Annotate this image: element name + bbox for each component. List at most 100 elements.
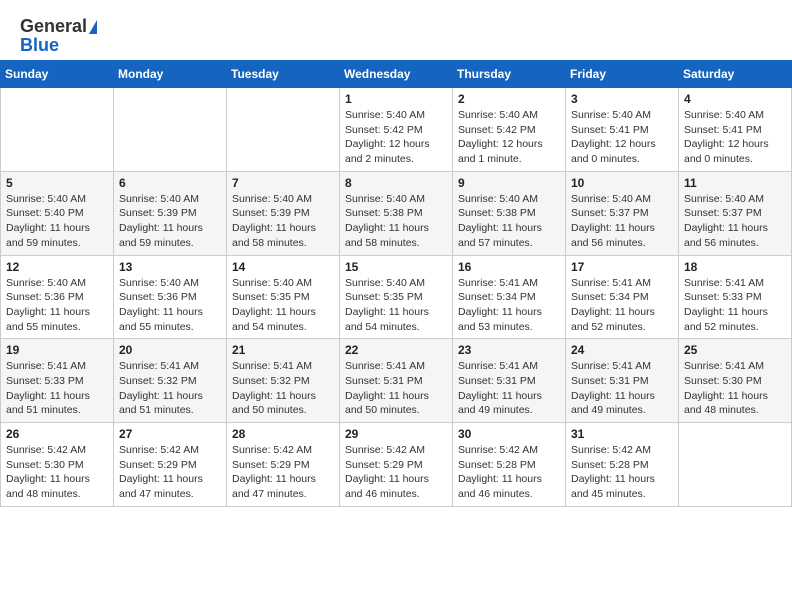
day-info: Sunrise: 5:40 AMSunset: 5:37 PMDaylight:… (571, 192, 673, 251)
day-number: 22 (345, 343, 447, 357)
day-number: 17 (571, 260, 673, 274)
day-info: Sunrise: 5:40 AMSunset: 5:42 PMDaylight:… (458, 108, 560, 167)
day-info: Sunrise: 5:40 AMSunset: 5:38 PMDaylight:… (345, 192, 447, 251)
calendar-cell (227, 88, 340, 172)
day-info: Sunrise: 5:40 AMSunset: 5:35 PMDaylight:… (232, 276, 334, 335)
day-number: 4 (684, 92, 786, 106)
calendar-cell (1, 88, 114, 172)
calendar-cell: 4 Sunrise: 5:40 AMSunset: 5:41 PMDaylight… (679, 88, 792, 172)
logo-blue-text: Blue (20, 35, 59, 56)
calendar-cell: 10 Sunrise: 5:40 AMSunset: 5:37 PMDayligh… (566, 171, 679, 255)
day-number: 15 (345, 260, 447, 274)
day-info: Sunrise: 5:40 AMSunset: 5:36 PMDaylight:… (119, 276, 221, 335)
day-number: 21 (232, 343, 334, 357)
day-number: 26 (6, 427, 108, 441)
day-info: Sunrise: 5:41 AMSunset: 5:33 PMDaylight:… (684, 276, 786, 335)
day-number: 7 (232, 176, 334, 190)
day-info: Sunrise: 5:40 AMSunset: 5:39 PMDaylight:… (232, 192, 334, 251)
day-of-week-header: Saturday (679, 61, 792, 88)
logo: General Blue (20, 16, 97, 56)
day-info: Sunrise: 5:40 AMSunset: 5:35 PMDaylight:… (345, 276, 447, 335)
day-info: Sunrise: 5:40 AMSunset: 5:41 PMDaylight:… (684, 108, 786, 167)
day-of-week-header: Wednesday (340, 61, 453, 88)
calendar-cell: 25 Sunrise: 5:41 AMSunset: 5:30 PMDayligh… (679, 339, 792, 423)
day-number: 23 (458, 343, 560, 357)
day-info: Sunrise: 5:40 AMSunset: 5:41 PMDaylight:… (571, 108, 673, 167)
day-number: 28 (232, 427, 334, 441)
day-info: Sunrise: 5:42 AMSunset: 5:29 PMDaylight:… (232, 443, 334, 502)
calendar-cell: 27Sunrise: 5:42 AMSunset: 5:29 PMDayligh… (114, 423, 227, 507)
calendar-cell: 23 Sunrise: 5:41 AMSunset: 5:31 PMDayligh… (453, 339, 566, 423)
day-info: Sunrise: 5:40 AMSunset: 5:39 PMDaylight:… (119, 192, 221, 251)
day-number: 30 (458, 427, 560, 441)
day-info: Sunrise: 5:42 AMSunset: 5:28 PMDaylight:… (571, 443, 673, 502)
calendar-week-row: 26 Sunrise: 5:42 AMSunset: 5:30 PMDayligh… (1, 423, 792, 507)
day-number: 6 (119, 176, 221, 190)
day-number: 29 (345, 427, 447, 441)
day-of-week-header: Tuesday (227, 61, 340, 88)
day-info: Sunrise: 5:41 AMSunset: 5:31 PMDaylight:… (345, 359, 447, 418)
day-number: 10 (571, 176, 673, 190)
calendar-header-row: SundayMondayTuesdayWednesdayThursdayFrid… (1, 61, 792, 88)
day-info: Sunrise: 5:40 AMSunset: 5:38 PMDaylight:… (458, 192, 560, 251)
day-number: 19 (6, 343, 108, 357)
day-number: 20 (119, 343, 221, 357)
calendar-cell: 24 Sunrise: 5:41 AMSunset: 5:31 PMDayligh… (566, 339, 679, 423)
day-number: 9 (458, 176, 560, 190)
calendar-table: SundayMondayTuesdayWednesdayThursdayFrid… (0, 60, 792, 507)
calendar-cell: 7 Sunrise: 5:40 AMSunset: 5:39 PMDaylight… (227, 171, 340, 255)
day-info: Sunrise: 5:40 AMSunset: 5:42 PMDaylight:… (345, 108, 447, 167)
calendar-cell: 8 Sunrise: 5:40 AMSunset: 5:38 PMDaylight… (340, 171, 453, 255)
calendar-cell: 12Sunrise: 5:40 AMSunset: 5:36 PMDayligh… (1, 255, 114, 339)
calendar-cell: 26 Sunrise: 5:42 AMSunset: 5:30 PMDayligh… (1, 423, 114, 507)
day-info: Sunrise: 5:42 AMSunset: 5:30 PMDaylight:… (6, 443, 108, 502)
calendar-cell (679, 423, 792, 507)
calendar-cell: 20 Sunrise: 5:41 AMSunset: 5:32 PMDayligh… (114, 339, 227, 423)
calendar-cell: 2 Sunrise: 5:40 AMSunset: 5:42 PMDaylight… (453, 88, 566, 172)
calendar-cell: 6 Sunrise: 5:40 AMSunset: 5:39 PMDaylight… (114, 171, 227, 255)
day-of-week-header: Thursday (453, 61, 566, 88)
day-info: Sunrise: 5:41 AMSunset: 5:30 PMDaylight:… (684, 359, 786, 418)
calendar-cell: 14Sunrise: 5:40 AMSunset: 5:35 PMDayligh… (227, 255, 340, 339)
day-info: Sunrise: 5:41 AMSunset: 5:31 PMDaylight:… (458, 359, 560, 418)
day-info: Sunrise: 5:41 AMSunset: 5:32 PMDaylight:… (119, 359, 221, 418)
calendar-week-row: 5Sunrise: 5:40 AMSunset: 5:40 PMDaylight… (1, 171, 792, 255)
day-info: Sunrise: 5:41 AMSunset: 5:34 PMDaylight:… (458, 276, 560, 335)
day-number: 25 (684, 343, 786, 357)
day-number: 27 (119, 427, 221, 441)
day-number: 1 (345, 92, 447, 106)
calendar-week-row: 12Sunrise: 5:40 AMSunset: 5:36 PMDayligh… (1, 255, 792, 339)
calendar-cell: 28 Sunrise: 5:42 AMSunset: 5:29 PMDayligh… (227, 423, 340, 507)
calendar-cell (114, 88, 227, 172)
page-header: General Blue (0, 0, 792, 60)
calendar-week-row: 1 Sunrise: 5:40 AMSunset: 5:42 PMDaylight… (1, 88, 792, 172)
day-number: 11 (684, 176, 786, 190)
calendar-cell: 22 Sunrise: 5:41 AMSunset: 5:31 PMDayligh… (340, 339, 453, 423)
day-info: Sunrise: 5:41 AMSunset: 5:34 PMDaylight:… (571, 276, 673, 335)
day-number: 13 (119, 260, 221, 274)
calendar-week-row: 19 Sunrise: 5:41 AMSunset: 5:33 PMDayligh… (1, 339, 792, 423)
day-number: 24 (571, 343, 673, 357)
calendar-cell: 19 Sunrise: 5:41 AMSunset: 5:33 PMDayligh… (1, 339, 114, 423)
calendar-cell: 29Sunrise: 5:42 AMSunset: 5:29 PMDayligh… (340, 423, 453, 507)
calendar-cell: 11 Sunrise: 5:40 AMSunset: 5:37 PMDayligh… (679, 171, 792, 255)
day-of-week-header: Monday (114, 61, 227, 88)
day-number: 8 (345, 176, 447, 190)
calendar-cell: 17 Sunrise: 5:41 AMSunset: 5:34 PMDayligh… (566, 255, 679, 339)
calendar-cell: 15 Sunrise: 5:40 AMSunset: 5:35 PMDayligh… (340, 255, 453, 339)
day-info: Sunrise: 5:40 AMSunset: 5:37 PMDaylight:… (684, 192, 786, 251)
day-number: 16 (458, 260, 560, 274)
day-of-week-header: Sunday (1, 61, 114, 88)
day-info: Sunrise: 5:40 AMSunset: 5:40 PMDaylight:… (6, 192, 108, 251)
calendar-cell: 16 Sunrise: 5:41 AMSunset: 5:34 PMDayligh… (453, 255, 566, 339)
day-number: 3 (571, 92, 673, 106)
day-info: Sunrise: 5:41 AMSunset: 5:31 PMDaylight:… (571, 359, 673, 418)
calendar-cell: 31Sunrise: 5:42 AMSunset: 5:28 PMDayligh… (566, 423, 679, 507)
day-of-week-header: Friday (566, 61, 679, 88)
logo-triangle-icon (89, 20, 97, 34)
calendar-cell: 1 Sunrise: 5:40 AMSunset: 5:42 PMDaylight… (340, 88, 453, 172)
calendar-cell: 21Sunrise: 5:41 AMSunset: 5:32 PMDayligh… (227, 339, 340, 423)
day-info: Sunrise: 5:41 AMSunset: 5:33 PMDaylight:… (6, 359, 108, 418)
day-number: 2 (458, 92, 560, 106)
day-info: Sunrise: 5:42 AMSunset: 5:28 PMDaylight:… (458, 443, 560, 502)
